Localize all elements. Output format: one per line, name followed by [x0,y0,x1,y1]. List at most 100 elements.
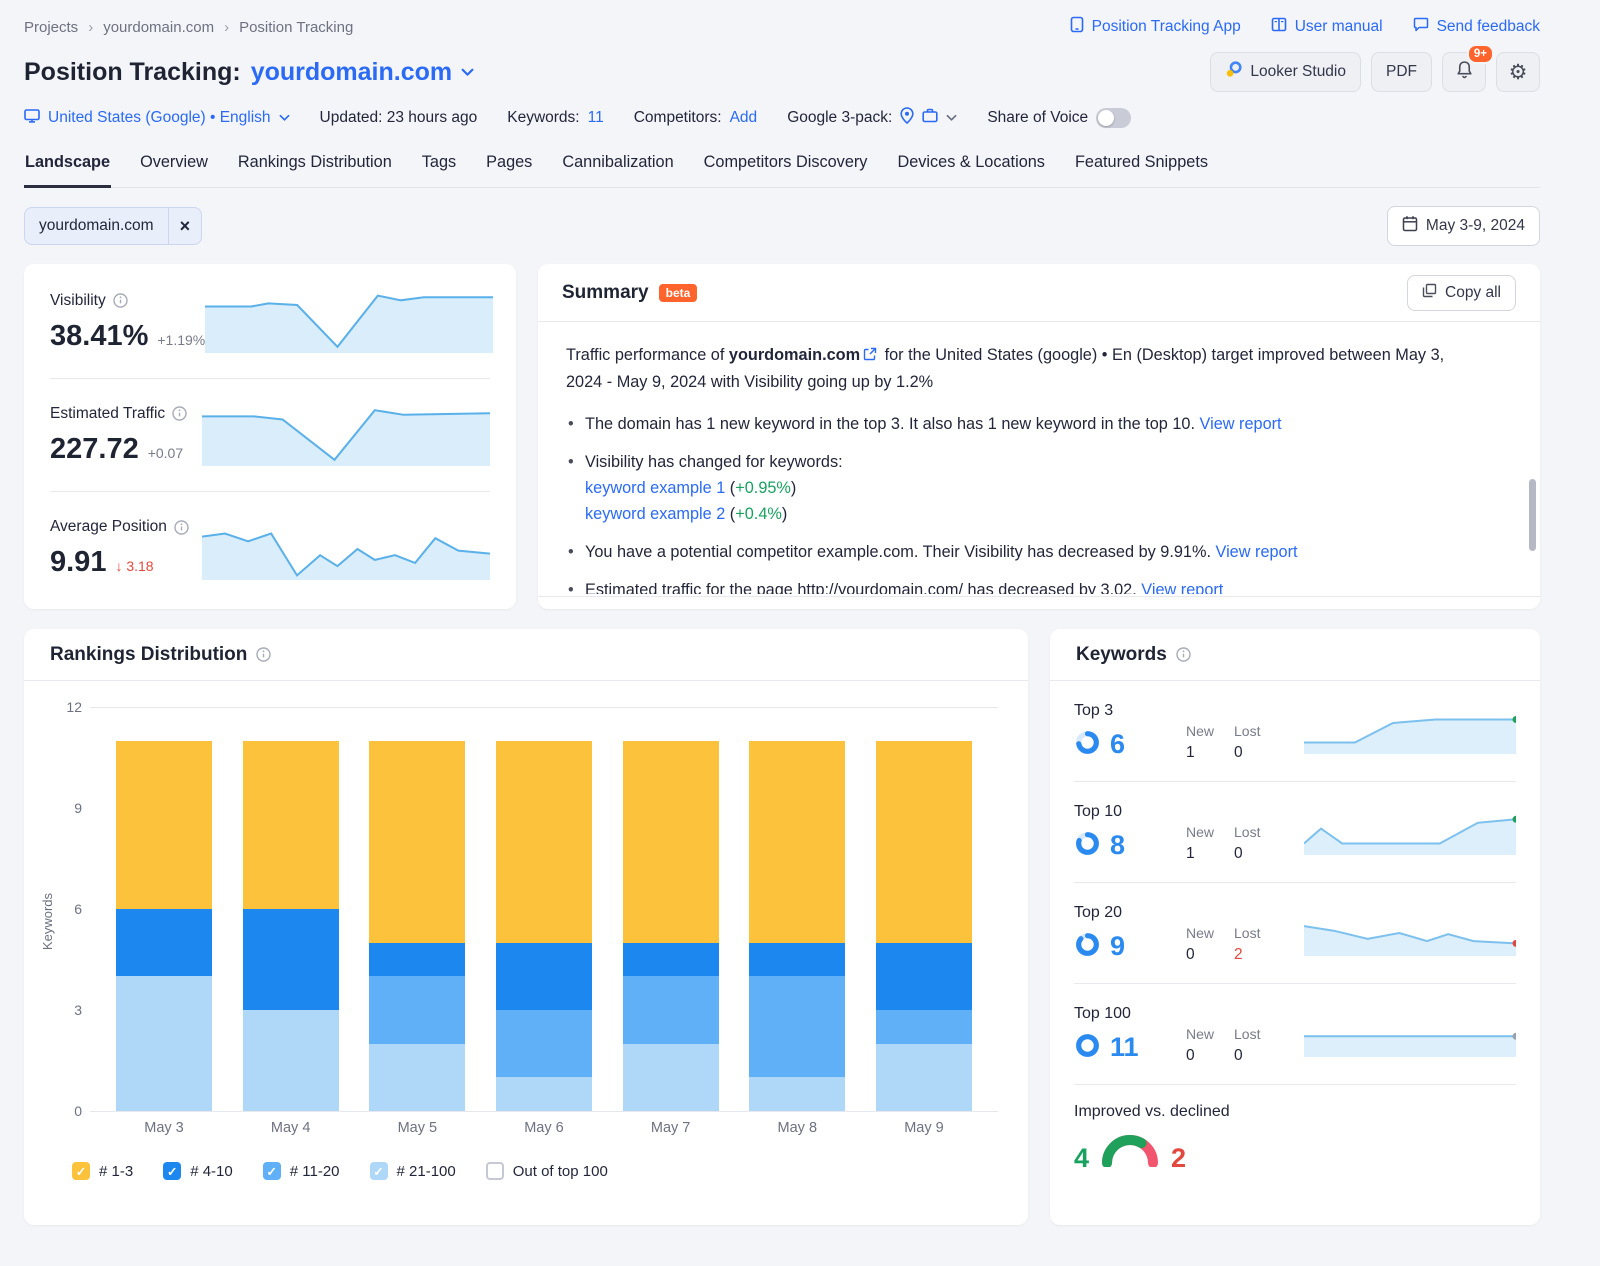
x-tick-label: May 3 [116,1120,212,1136]
x-tick-label: May 7 [623,1120,719,1136]
kw-count-link[interactable]: 8 [1110,830,1125,861]
bar-segment-21-100[interactable] [876,1044,972,1111]
bar-segment-11-20[interactable] [369,976,465,1043]
summary-title: Summary [562,282,649,304]
user-manual-link[interactable]: User manual [1271,16,1383,38]
bar-segment-1-3[interactable] [243,741,339,909]
keywords-count-link[interactable]: 11 [588,109,604,127]
bar-segment-4-10[interactable] [623,943,719,977]
tab-tags[interactable]: Tags [421,143,457,188]
legend-label: # 11-20 [290,1163,340,1180]
bar-segment-21-100[interactable] [116,976,212,1111]
bar-may-7[interactable] [623,741,719,1111]
tab-competitors-discovery[interactable]: Competitors Discovery [703,143,869,188]
inline-link-keyword-example-2[interactable]: keyword example 2 [585,505,725,523]
bar-segment-21-100[interactable] [243,1010,339,1111]
chip-remove-button[interactable]: × [168,208,202,244]
chevron-down-icon[interactable] [946,114,957,122]
progress-ring-icon [1074,830,1101,862]
external-link-icon[interactable] [863,343,877,369]
target-location[interactable]: United States (Google) • English [24,108,290,128]
location-label[interactable]: United States (Google) • English [48,109,271,127]
bar-segment-11-20[interactable] [749,976,845,1077]
inline-link-view-report[interactable]: View report [1216,543,1298,561]
tab-overview[interactable]: Overview [139,143,209,188]
bar-segment-21-100[interactable] [749,1077,845,1111]
share-of-voice-toggle[interactable] [1096,108,1131,128]
tab-featured-snippets[interactable]: Featured Snippets [1074,143,1209,188]
notifications-button[interactable]: 9+ [1442,52,1486,92]
inline-link-view-report[interactable]: View report [1200,415,1282,433]
looker-studio-button[interactable]: Looker Studio [1210,52,1361,92]
pdf-button[interactable]: PDF [1371,52,1432,92]
settings-button[interactable]: ⚙ [1496,52,1540,92]
bar-may-5[interactable] [369,741,465,1111]
legend-4-10[interactable]: ✓# 4-10 [163,1162,233,1180]
tab-landscape[interactable]: Landscape [24,143,111,188]
project-domain-select[interactable]: yourdomain.com [251,58,474,87]
info-icon[interactable] [172,406,187,421]
info-icon[interactable] [174,520,189,535]
breadcrumb-item-yourdomain-com[interactable]: yourdomain.com [103,19,214,36]
bar-may-4[interactable] [243,741,339,1111]
bar-segment-11-20[interactable] [623,976,719,1043]
position-tracking-app-link[interactable]: Position Tracking App [1070,16,1241,38]
tab-pages[interactable]: Pages [485,143,533,188]
kw-sparkline [1304,708,1516,754]
bar-segment-21-100[interactable] [623,1044,719,1111]
x-tick-label: May 8 [749,1120,845,1136]
metric-value: 38.41%+1.19% [50,320,205,353]
breadcrumb-item-projects[interactable]: Projects [24,19,78,36]
kw-range-label: Top 10 [1074,803,1186,821]
bar-segment-1-3[interactable] [369,741,465,943]
bar-segment-11-20[interactable] [876,1010,972,1044]
info-icon[interactable] [1176,647,1191,662]
bar-may-6[interactable] [496,741,592,1111]
info-icon[interactable] [256,647,271,662]
legend-21-100[interactable]: ✓# 21-100 [370,1162,456,1180]
bar-segment-1-3[interactable] [116,741,212,909]
info-icon[interactable] [113,293,128,308]
legend-11-20[interactable]: ✓# 11-20 [263,1162,340,1180]
improved-declined-values: 4 2 [1074,1130,1516,1172]
bar-segment-4-10[interactable] [116,909,212,976]
checkbox-checked-icon: ✓ [370,1162,388,1180]
bar-segment-1-3[interactable] [623,741,719,943]
bar-segment-1-3[interactable] [876,741,972,943]
kw-count-link[interactable]: 9 [1110,931,1125,962]
kw-count-link[interactable]: 6 [1110,729,1125,760]
bar-segment-21-100[interactable] [369,1044,465,1111]
date-range-picker[interactable]: May 3-9, 2024 [1387,206,1540,246]
bar-segment-4-10[interactable] [876,943,972,1010]
tab-cannibalization[interactable]: Cannibalization [561,143,674,188]
bar-segment-4-10[interactable] [369,943,465,977]
kw-new-lost: New1 Lost0 [1186,824,1260,863]
bar-segment-4-10[interactable] [243,909,339,1010]
metric-label: Average Position [50,518,202,536]
bar-segment-1-3[interactable] [749,741,845,943]
send-feedback-link[interactable]: Send feedback [1413,16,1540,38]
legend-1-3[interactable]: ✓# 1-3 [72,1162,133,1180]
legend-out-of-top-100[interactable]: Out of top 100 [486,1162,608,1180]
copy-all-button[interactable]: Copy all [1407,275,1516,311]
briefcase-icon[interactable] [922,108,938,128]
kw-count-link[interactable]: 11 [1110,1032,1139,1063]
bar-segment-21-100[interactable] [496,1077,592,1111]
inline-link-keyword-example-1[interactable]: keyword example 1 [585,479,725,497]
summary-scrollbar-thumb[interactable] [1529,479,1536,551]
bar-segment-4-10[interactable] [496,943,592,1010]
breadcrumb-item-position-tracking[interactable]: Position Tracking [239,19,353,36]
competitors-add-link[interactable]: Add [730,109,758,127]
bar-segment-4-10[interactable] [749,943,845,977]
tab-rankings-distribution[interactable]: Rankings Distribution [237,143,393,188]
bar-may-3[interactable] [116,741,212,1111]
bar-segment-11-20[interactable] [496,1010,592,1077]
map-pin-icon[interactable] [900,107,914,129]
bar-may-9[interactable] [876,741,972,1111]
bar-segment-1-3[interactable] [496,741,592,943]
gridline [90,1111,998,1112]
breadcrumb-separator-icon: › [224,19,229,36]
inline-link-view-report[interactable]: View report [1141,581,1223,594]
bar-may-8[interactable] [749,741,845,1111]
tab-devices-locations[interactable]: Devices & Locations [896,143,1046,188]
